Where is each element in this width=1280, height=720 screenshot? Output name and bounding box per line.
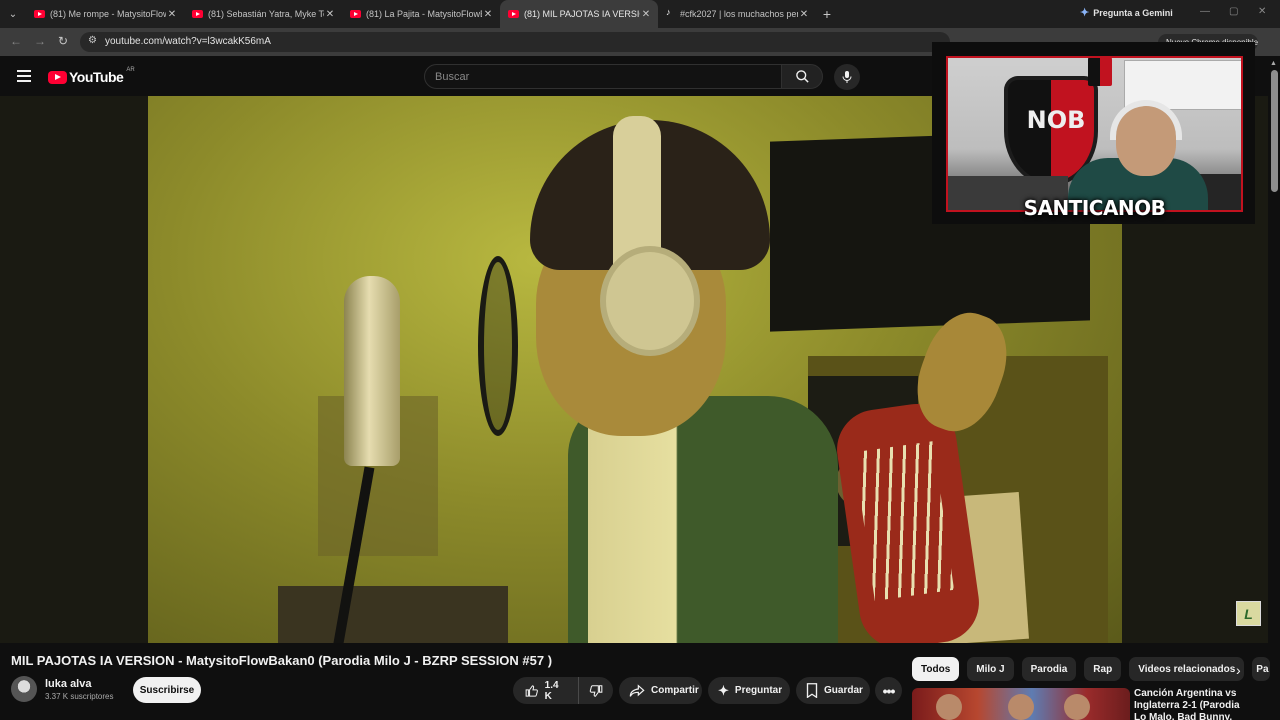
channel-name[interactable]: luka alva	[45, 678, 91, 690]
streamer-webcam: NOB	[946, 56, 1243, 212]
tab-title: (81) Me rompe - MatysitoFlowB	[50, 9, 166, 19]
save-label: Guardar	[824, 685, 863, 696]
forward-icon[interactable]: →	[34, 34, 46, 48]
browser-tab-strip: ⌄ (81) Me rompe - MatysitoFlowB ✕ (81) S…	[0, 0, 1280, 28]
tab-close-icon[interactable]: ✕	[166, 9, 178, 20]
microphone-in-video	[344, 276, 400, 466]
streamer-name: SANTICANOB	[1023, 196, 1166, 220]
chevron-right-icon[interactable]: ›	[1236, 662, 1241, 678]
menu-icon[interactable]	[17, 70, 31, 85]
browser-tab-4-active[interactable]: (81) MIL PAJOTAS IA VERSION - ✕	[500, 0, 658, 28]
like-count: 1.4 K	[544, 679, 559, 702]
youtube-icon	[34, 10, 45, 18]
search-icon	[795, 70, 809, 83]
search-placeholder: Buscar	[435, 71, 470, 83]
related-filter-chips: Todos Milo J Parodia Rap Videos relacion…	[912, 657, 1271, 681]
share-label: Compartir	[651, 685, 699, 696]
video-title: MIL PAJOTAS IA VERSION - MatysitoFlowBak…	[11, 653, 553, 668]
search-input[interactable]: Buscar	[424, 64, 782, 89]
url-text: youtube.com/watch?v=l3wcakK56mA	[105, 36, 271, 47]
channel-avatar[interactable]	[11, 676, 37, 702]
subscriber-count: 3.37 K suscriptores	[45, 692, 114, 701]
tab-title: #cfk2027 | los muchachos pero	[680, 9, 798, 19]
dislike-button[interactable]	[579, 677, 613, 704]
voice-search-button[interactable]	[834, 64, 860, 90]
more-actions-button[interactable]: •••	[875, 677, 902, 704]
thumbs-down-icon	[589, 684, 603, 697]
chip-milo-j[interactable]: Milo J	[967, 657, 1014, 681]
subscribe-button[interactable]: Suscribirse	[133, 677, 201, 703]
back-icon[interactable]: ←	[10, 34, 22, 48]
tab-close-icon[interactable]: ✕	[482, 9, 494, 20]
chip-parodia[interactable]: Parodia	[1021, 657, 1077, 681]
search-button[interactable]	[781, 64, 823, 89]
browser-tab-2[interactable]: (81) Sebastián Yatra, Myke Tow ✕	[184, 0, 342, 28]
more-icon: •••	[882, 682, 896, 699]
shield-text: NOB	[1026, 106, 1086, 134]
microphone-icon	[842, 71, 852, 83]
ai-sparkle-icon: ✦	[718, 682, 729, 698]
new-tab-button[interactable]: +	[816, 6, 838, 22]
tiktok-icon	[666, 7, 675, 18]
youtube-icon	[192, 10, 203, 18]
chip-rap[interactable]: Rap	[1084, 657, 1122, 681]
minimize-icon[interactable]: —	[1200, 6, 1210, 17]
maximize-icon[interactable]: ▢	[1229, 6, 1238, 17]
scroll-up-icon[interactable]: ▲	[1270, 60, 1277, 67]
youtube-icon	[350, 10, 361, 18]
browser-tab-3[interactable]: (81) La Pajita - MatysitoFlowBa ✕	[342, 0, 500, 28]
gemini-button[interactable]: ✦ Pregunta a Gemini	[1080, 6, 1173, 19]
gemini-sparkle-icon: ✦	[1080, 7, 1090, 19]
share-icon	[629, 683, 645, 697]
headphones-in-video	[600, 246, 700, 356]
tab-title: (81) MIL PAJOTAS IA VERSION -	[524, 9, 640, 19]
chip-videos-relacionados[interactable]: Videos relacionados	[1129, 657, 1245, 681]
tab-close-icon[interactable]: ✕	[798, 9, 810, 20]
window-close-icon[interactable]: ✕	[1258, 6, 1266, 17]
save-button[interactable]: Guardar	[796, 677, 870, 704]
reload-icon[interactable]: ↻	[58, 34, 68, 48]
country-code: AR	[126, 67, 135, 73]
youtube-logo[interactable]: YouTube AR	[48, 67, 135, 85]
gemini-label: Pregunta a Gemini	[1093, 7, 1173, 18]
like-dislike-group: 1.4 K	[513, 677, 613, 704]
youtube-icon	[508, 10, 519, 18]
chip-truncated[interactable]: Pa	[1252, 657, 1271, 681]
channel-watermark[interactable]: L	[1236, 601, 1261, 626]
like-button[interactable]: 1.4 K	[513, 677, 579, 704]
ask-label: Preguntar	[734, 685, 783, 696]
scrollbar-thumb[interactable]	[1271, 70, 1278, 192]
related-video-title[interactable]: Canción Argentina vs Inglaterra 2-1 (Par…	[1134, 688, 1254, 720]
related-video-thumbnail[interactable]	[912, 688, 1130, 720]
address-bar[interactable]: ⚙ youtube.com/watch?v=l3wcakK56mA	[80, 32, 950, 52]
ask-button[interactable]: ✦ Preguntar	[708, 677, 790, 704]
thumbs-up-icon	[525, 684, 538, 697]
bookmark-icon	[806, 683, 818, 698]
browser-tab-5[interactable]: #cfk2027 | los muchachos pero ✕	[658, 0, 816, 28]
tab-close-icon[interactable]: ✕	[640, 9, 652, 20]
tab-search-icon[interactable]: ⌄	[0, 0, 26, 28]
site-info-icon[interactable]: ⚙	[88, 35, 97, 46]
youtube-play-icon	[48, 70, 67, 84]
tab-close-icon[interactable]: ✕	[324, 9, 336, 20]
youtube-wordmark: YouTube	[69, 69, 124, 85]
chip-todos[interactable]: Todos	[912, 657, 960, 681]
tab-title: (81) Sebastián Yatra, Myke Tow	[208, 9, 324, 19]
browser-tab-1[interactable]: (81) Me rompe - MatysitoFlowB ✕	[26, 0, 184, 28]
tab-title: (81) La Pajita - MatysitoFlowBa	[366, 9, 482, 19]
share-button[interactable]: Compartir	[619, 677, 702, 704]
